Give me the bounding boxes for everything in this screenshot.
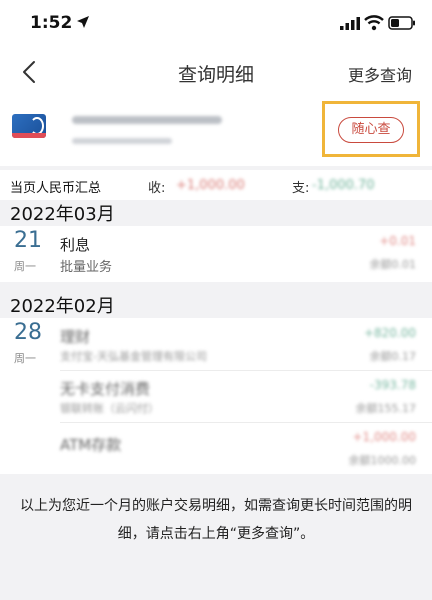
transaction-balance: 余额155.17 xyxy=(355,402,417,415)
location-arrow-icon xyxy=(77,16,89,28)
wifi-icon xyxy=(364,15,384,31)
transaction-subtitle: 银联转账（云闪付） xyxy=(60,402,159,415)
transaction-subtitle: 批量业务 xyxy=(60,260,113,275)
transaction-amount: +1,000.00 xyxy=(352,430,417,444)
more-query-button[interactable]: 更多查询 xyxy=(348,62,412,86)
footer-text: 以上为您近一个月的账户交易明细，如需查询更长时间范围的明细，请点击右上角“更多查… xyxy=(20,498,412,542)
nav-bar: 查询明细 更多查询 xyxy=(0,46,432,100)
status-bar: 1:52 xyxy=(0,0,432,46)
account-type-redacted xyxy=(72,138,172,144)
transaction-row[interactable]: ATM存款 +1,000.00 余额1000.00 xyxy=(0,422,432,474)
summary-bar: 当页人民币汇总 收: +1,000.00 支: -1,000.70 xyxy=(0,170,432,200)
account-name-redacted xyxy=(72,116,222,124)
day-group: 21 周一 利息 批量业务 +0.01 余额0.01 xyxy=(0,226,432,282)
month-header: 2022年03月 xyxy=(0,198,432,226)
transaction-row[interactable]: 无卡支付消费 银联转账（云闪付） -393.78 余额155.17 xyxy=(0,370,432,422)
transaction-row[interactable]: 理财 支付宝-天弘基金管理有限公司 +820.00 余额0.17 xyxy=(0,318,432,370)
expense-value: -1,000.70 xyxy=(312,178,375,193)
transaction-title: 利息 xyxy=(60,236,91,254)
transaction-amount: +0.01 xyxy=(379,234,416,248)
transaction-title: 理财 xyxy=(60,328,91,346)
bank-card-icon xyxy=(12,114,46,138)
status-time: 1:52 xyxy=(30,13,73,33)
free-query-button[interactable]: 随心查 xyxy=(338,117,404,143)
transaction-balance: 余额1000.00 xyxy=(348,454,417,467)
expense-label: 支: xyxy=(292,181,310,196)
transaction-subtitle: 支付宝-天弘基金管理有限公司 xyxy=(60,350,207,363)
battery-icon xyxy=(388,16,415,30)
income-value: +1,000.00 xyxy=(176,178,245,193)
day-group: 28 周一 理财 支付宝-天弘基金管理有限公司 +820.00 余额0.17 无… xyxy=(0,318,432,474)
footer-note: 以上为您近一个月的账户交易明细，如需查询更长时间范围的明细，请点击右上角“更多查… xyxy=(0,474,432,600)
month-title: 2022年02月 xyxy=(10,296,115,317)
summary-label: 当页人民币汇总 xyxy=(10,181,102,196)
month-header: 2022年02月 xyxy=(0,290,432,318)
transaction-balance: 余额0.17 xyxy=(369,350,417,363)
transaction-row[interactable]: 利息 批量业务 +0.01 余额0.01 xyxy=(0,226,432,282)
transaction-balance: 余额0.01 xyxy=(369,258,417,271)
income-label: 收: xyxy=(148,181,166,196)
transaction-title: 无卡支付消费 xyxy=(60,380,151,398)
transaction-title: ATM存款 xyxy=(60,436,122,454)
transaction-amount: -393.78 xyxy=(369,378,416,392)
cellular-signal-icon xyxy=(340,17,360,30)
transaction-amount: +820.00 xyxy=(363,326,416,340)
back-chevron-icon[interactable] xyxy=(16,58,44,86)
month-title: 2022年03月 xyxy=(10,204,115,225)
